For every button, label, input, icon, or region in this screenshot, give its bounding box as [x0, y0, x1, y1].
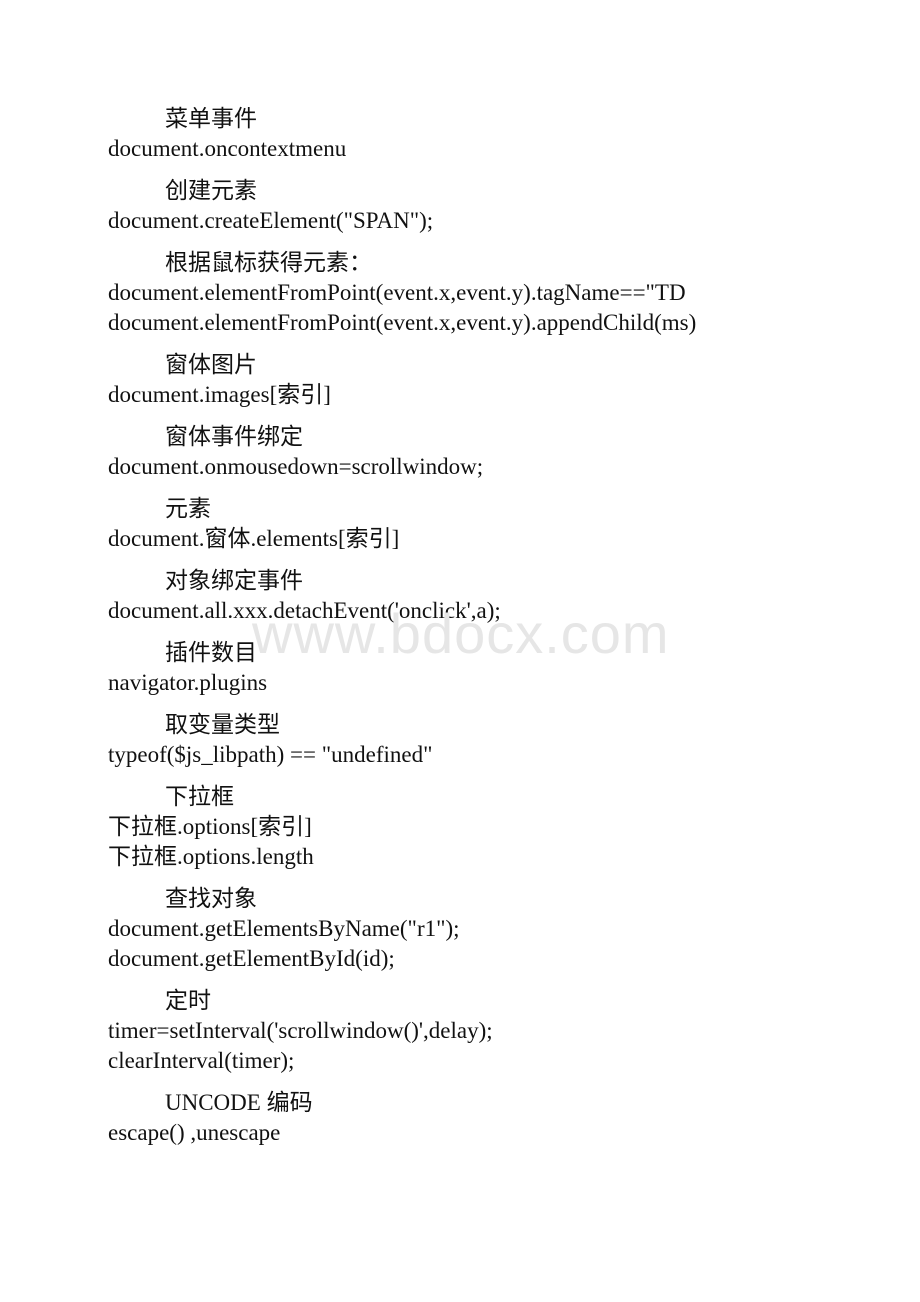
- code-line: navigator.plugins: [108, 670, 268, 695]
- section: 根据鼠标获得元素： document.elementFromPoint(even…: [108, 248, 788, 338]
- section: 元素 document.窗体.elements[索引]: [108, 494, 788, 554]
- section-heading: UNCODE 编码: [165, 1090, 313, 1115]
- section: 窗体事件绑定 document.onmousedown=scrollwindow…: [108, 422, 788, 482]
- section: 取变量类型 typeof($js_libpath) == "undefined": [108, 710, 788, 770]
- section-heading: 对象绑定事件: [165, 568, 303, 593]
- section-heading: 插件数目: [165, 640, 257, 665]
- section: 窗体图片 document.images[索引]: [108, 350, 788, 410]
- section-heading: 菜单事件: [165, 106, 257, 131]
- section-heading: 下拉框: [165, 784, 234, 809]
- code-line: document.images[索引]: [108, 382, 331, 407]
- section: 对象绑定事件 document.all.xxx.detachEvent('onc…: [108, 566, 788, 626]
- section: 下拉框 下拉框.options[索引] 下拉框.options.length: [108, 782, 788, 872]
- section-heading: 窗体图片: [165, 352, 257, 377]
- section: 查找对象 document.getElementsByName("r1"); d…: [108, 884, 788, 974]
- code-line: clearInterval(timer);: [108, 1048, 295, 1073]
- section: 定时 timer=setInterval('scrollwindow()',de…: [108, 986, 788, 1076]
- section: 创建元素 document.createElement("SPAN");: [108, 176, 788, 236]
- code-line: document.getElementById(id);: [108, 946, 395, 971]
- code-line: typeof($js_libpath) == "undefined": [108, 742, 433, 767]
- code-line: document.窗体.elements[索引]: [108, 526, 400, 551]
- section-heading: 取变量类型: [165, 712, 280, 737]
- section-heading: 元素: [165, 496, 211, 521]
- section: 菜单事件 document.oncontextmenu: [108, 104, 788, 164]
- document-body: 菜单事件 document.oncontextmenu 创建元素 documen…: [108, 104, 788, 1160]
- code-line: document.all.xxx.detachEvent('onclick',a…: [108, 598, 501, 623]
- code-line: 下拉框.options.length: [108, 844, 314, 869]
- section-heading: 定时: [165, 988, 211, 1013]
- code-line: timer=setInterval('scrollwindow()',delay…: [108, 1018, 493, 1043]
- section-heading: 根据鼠标获得元素：: [165, 250, 372, 275]
- section-heading: 创建元素: [165, 178, 257, 203]
- code-line: document.elementFromPoint(event.x,event.…: [108, 280, 686, 305]
- section-heading: 查找对象: [165, 886, 257, 911]
- section: UNCODE 编码 escape() ,unescape: [108, 1088, 788, 1148]
- section-heading: 窗体事件绑定: [165, 424, 303, 449]
- code-line: document.onmousedown=scrollwindow;: [108, 454, 484, 479]
- code-line: document.getElementsByName("r1");: [108, 916, 460, 941]
- code-line: 下拉框.options[索引]: [108, 814, 312, 839]
- section: 插件数目 navigator.plugins: [108, 638, 788, 698]
- document-page: www.bdocx.com 菜单事件 document.oncontextmen…: [0, 0, 920, 1302]
- code-line: document.elementFromPoint(event.x,event.…: [108, 310, 697, 335]
- code-line: document.createElement("SPAN");: [108, 208, 434, 233]
- code-line: document.oncontextmenu: [108, 136, 347, 161]
- code-line: escape() ,unescape: [108, 1120, 281, 1145]
